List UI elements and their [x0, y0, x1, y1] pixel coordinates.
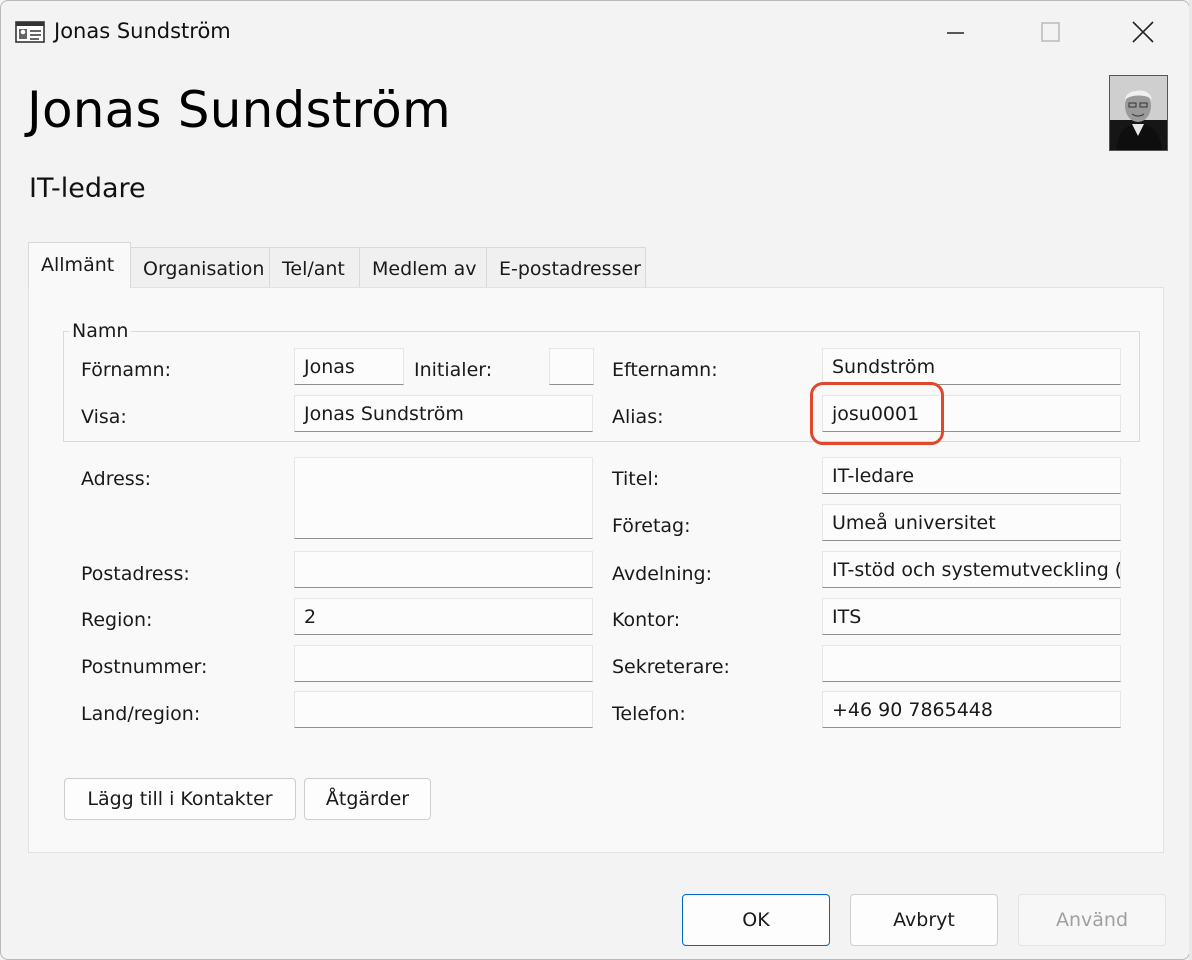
last-name-label: Efternamn:: [612, 359, 718, 381]
window-title: Jonas Sundström: [54, 19, 231, 43]
contact-properties-window: Jonas Sundström Jonas Sundström IT-ledar…: [0, 0, 1190, 960]
address-label: Adress:: [81, 468, 152, 490]
display-name-heading: Jonas Sundström: [27, 81, 451, 139]
assistant-field[interactable]: [822, 645, 1121, 682]
company-field[interactable]: Umeå universitet: [822, 504, 1121, 541]
maximize-button[interactable]: [1028, 13, 1074, 53]
alias-label: Alias:: [612, 406, 664, 428]
tab-email-addresses[interactable]: E-postadresser: [486, 247, 646, 287]
contact-photo: [1109, 75, 1168, 151]
title-bar[interactable]: Jonas Sundström: [1, 1, 1189, 63]
ok-button[interactable]: OK: [682, 894, 830, 946]
region-label: Region:: [81, 609, 153, 631]
name-group-legend: Namn: [69, 320, 132, 342]
initials-field[interactable]: [549, 348, 594, 385]
office-field[interactable]: ITS: [822, 598, 1121, 635]
contact-card-icon: [15, 20, 45, 44]
last-name-field[interactable]: Sundström: [822, 348, 1121, 385]
minimize-icon: [947, 32, 964, 34]
alias-highlight-annotation: [810, 382, 944, 445]
initials-label: Initialer:: [414, 359, 493, 381]
phone-label: Telefon:: [612, 703, 686, 725]
address-textarea[interactable]: [294, 457, 876, 539]
actions-button[interactable]: Åtgärder: [304, 778, 431, 820]
postal-code-field[interactable]: [294, 645, 593, 682]
department-label: Avdelning:: [612, 563, 712, 585]
phone-field[interactable]: +46 90 7865448: [822, 691, 1121, 728]
country-label: Land/region:: [81, 703, 201, 725]
tab-member-of[interactable]: Medlem av: [359, 247, 487, 287]
tab-organization[interactable]: Organisation: [130, 247, 270, 287]
region-field[interactable]: 2: [294, 598, 593, 635]
postal-address-field[interactable]: [294, 551, 593, 588]
display-label: Visa:: [81, 406, 127, 428]
cancel-button[interactable]: Avbryt: [850, 894, 998, 946]
company-label: Företag:: [612, 515, 691, 537]
office-label: Kontor:: [612, 609, 681, 631]
title-field[interactable]: IT-ledare: [822, 457, 1121, 494]
job-title-heading: IT-ledare: [29, 173, 146, 204]
minimize-button[interactable]: [936, 13, 982, 53]
tab-general[interactable]: Allmänt: [28, 242, 131, 288]
display-field[interactable]: Jonas Sundström: [294, 395, 593, 432]
title-label: Titel:: [612, 468, 660, 490]
country-field[interactable]: [294, 691, 593, 728]
apply-button[interactable]: Använd: [1018, 894, 1166, 946]
first-name-label: Förnamn:: [81, 359, 171, 381]
close-icon: [1132, 21, 1154, 43]
first-name-field[interactable]: Jonas: [294, 348, 404, 385]
postal-code-label: Postnummer:: [81, 656, 208, 678]
assistant-label: Sekreterare:: [612, 656, 730, 678]
postal-address-label: Postadress:: [81, 563, 190, 585]
maximize-icon: [1041, 22, 1060, 42]
tab-phone-notes[interactable]: Tel/ant: [269, 247, 360, 287]
add-to-contacts-button[interactable]: Lägg till i Kontakter: [64, 778, 296, 820]
close-button[interactable]: [1121, 13, 1167, 53]
department-field[interactable]: IT-stöd och systemutveckling (I: [822, 551, 1121, 588]
